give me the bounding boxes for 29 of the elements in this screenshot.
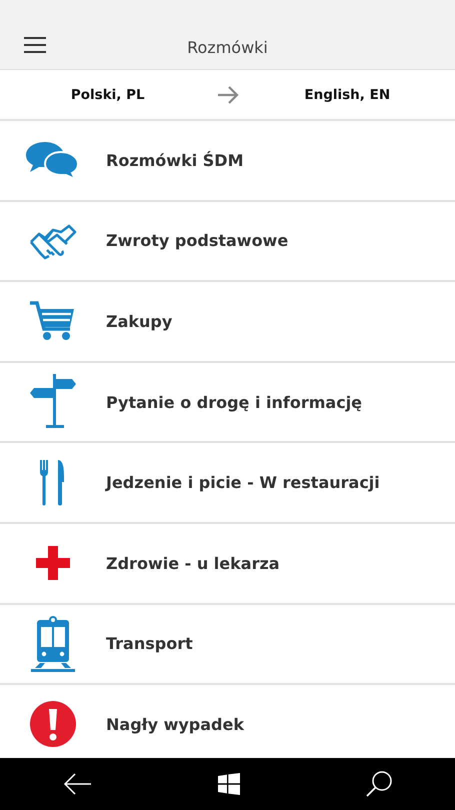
- windows-icon[interactable]: [218, 773, 240, 795]
- category-item[interactable]: Jedzenie i picie - W restauracji: [0, 443, 455, 524]
- menu-button[interactable]: [24, 37, 46, 53]
- page-title: Rozmówki: [187, 38, 268, 57]
- category-item[interactable]: Zdrowie - u lekarza: [0, 524, 455, 605]
- category-item[interactable]: Zakupy: [0, 282, 455, 363]
- target-language[interactable]: English, EN: [240, 86, 455, 102]
- category-item[interactable]: Pytanie o drogę i informację: [0, 362, 455, 444]
- fork-and-knife-icon: [40, 460, 66, 506]
- category-label: Transport: [106, 634, 193, 654]
- train-icon: [31, 616, 75, 672]
- category-label: Zakupy: [106, 312, 172, 331]
- signpost-icon: [30, 374, 76, 430]
- category-item[interactable]: Zwroty podstawowe: [0, 202, 455, 282]
- cart-icon: [30, 301, 76, 342]
- cross-icon: [36, 546, 70, 580]
- category-item[interactable]: Rozmówki ŚDM: [0, 121, 455, 202]
- category-label: Rozmówki ŚDM: [106, 150, 244, 170]
- arrow-icon: [216, 84, 240, 104]
- back-icon[interactable]: [62, 772, 92, 796]
- category-label: Zdrowie - u lekarza: [106, 554, 280, 573]
- category-label: Pytanie o drogę i informację: [106, 392, 362, 412]
- search-icon[interactable]: [364, 770, 392, 798]
- category-label: Zwroty podstawowe: [106, 231, 288, 250]
- exclamation-icon: [30, 701, 76, 748]
- category-label: Nagły wypadek: [106, 714, 244, 734]
- source-language[interactable]: Polski, PL: [0, 86, 216, 102]
- category-item[interactable]: Transport: [0, 604, 455, 686]
- category-label: Jedzenie i picie - W restauracji: [106, 473, 380, 492]
